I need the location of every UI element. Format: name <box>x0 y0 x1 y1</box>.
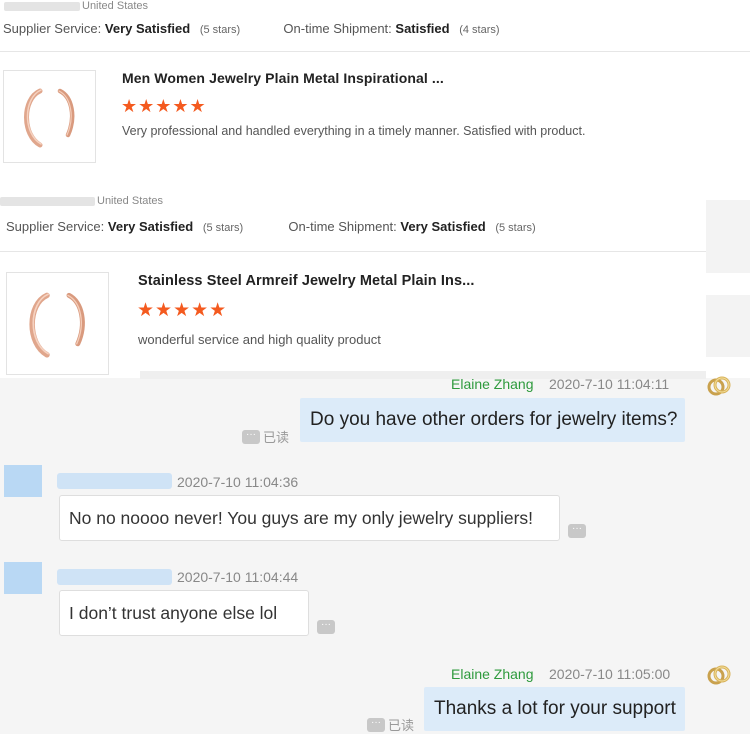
rings-avatar-icon[interactable] <box>706 662 732 693</box>
review-divider <box>0 251 706 252</box>
sender-name-blurred <box>57 473 172 489</box>
rose-gold-cuff-bracelet-image <box>23 88 74 147</box>
more-dots-icon[interactable]: ··· <box>242 429 260 444</box>
message-timestamp: 2020-7-10 11:04:44 <box>177 569 299 585</box>
message-timestamp: 2020-7-10 11:05:00 <box>549 666 671 682</box>
review-text: wonderful service and high quality produ… <box>138 332 381 347</box>
review-star-rating: ★★★★★ <box>121 96 207 116</box>
review-ratings-line: Supplier Service: Very Satisfied (5 star… <box>3 21 500 36</box>
supplier-service-label: Supplier Service: <box>3 21 102 36</box>
supplier-service-value: Very Satisfied <box>107 219 194 234</box>
sender-name-blurred <box>57 569 172 585</box>
reviewer-country-text: United States <box>97 195 164 207</box>
read-status: 已读 <box>263 430 290 445</box>
more-dots-icon[interactable]: ··· <box>317 620 335 634</box>
supplier-service-stars: (5 stars) <box>199 24 241 36</box>
more-dots-icon[interactable]: ··· <box>568 524 586 538</box>
review-ratings-line: Supplier Service: Very Satisfied (5 star… <box>6 219 536 234</box>
read-receipt: ··· 已读 <box>242 427 289 446</box>
reviewer-name-blurred <box>4 1 80 11</box>
product-title[interactable]: Men Women Jewelry Plain Metal Inspiratio… <box>122 70 444 86</box>
read-receipt: ··· 已读 <box>367 715 414 734</box>
sender-name: Elaine Zhang <box>451 376 534 392</box>
supplier-service-value: Very Satisfied <box>104 21 191 36</box>
reviewer-name-blurred <box>0 196 95 206</box>
more-dots-icon[interactable]: ··· <box>367 717 385 732</box>
shipment-value: Satisfied <box>395 21 450 36</box>
incoming-message-bubble[interactable]: I don’t trust anyone else lol <box>59 590 309 636</box>
message-timestamp: 2020-7-10 11:04:11 <box>549 376 670 392</box>
outgoing-message-bubble[interactable]: Do you have other orders for jewelry ite… <box>300 398 685 442</box>
product-thumbnail[interactable] <box>6 272 109 375</box>
avatar[interactable] <box>4 562 42 594</box>
shipment-value: Very Satisfied <box>400 219 486 234</box>
side-panel-fragment <box>706 200 750 273</box>
supplier-service-label: Supplier Service: <box>6 219 105 234</box>
reviewer-country-text: United States <box>82 0 149 12</box>
shipment-label: On-time Shipment: <box>283 21 392 36</box>
review-text: Very professional and handled everything… <box>122 124 586 138</box>
reviewer-country: United States <box>0 195 163 207</box>
review-divider <box>0 51 750 52</box>
supplier-service-stars: (5 stars) <box>202 222 244 234</box>
review-star-rating: ★★★★★ <box>137 300 228 321</box>
product-title[interactable]: Stainless Steel Armreif Jewelry Metal Pl… <box>138 273 475 289</box>
shipment-stars: (4 stars) <box>459 24 500 36</box>
sender-name: Elaine Zhang <box>451 666 534 682</box>
message-timestamp: 2020-7-10 11:04:36 <box>177 474 299 490</box>
incoming-message-bubble[interactable]: No no noooo never! You guys are my only … <box>59 495 560 541</box>
shipment-stars: (5 stars) <box>495 222 536 234</box>
shipment-label: On-time Shipment: <box>288 219 397 234</box>
outgoing-message-bubble[interactable]: Thanks a lot for your support <box>424 687 685 731</box>
reviewer-country: United States <box>4 0 148 12</box>
product-thumbnail[interactable] <box>3 70 96 163</box>
side-panel-fragment <box>706 295 750 357</box>
avatar[interactable] <box>4 465 42 497</box>
rose-gold-cuff-bracelet-image <box>28 292 85 358</box>
rings-avatar-icon[interactable] <box>706 373 732 404</box>
read-status: 已读 <box>388 718 415 733</box>
